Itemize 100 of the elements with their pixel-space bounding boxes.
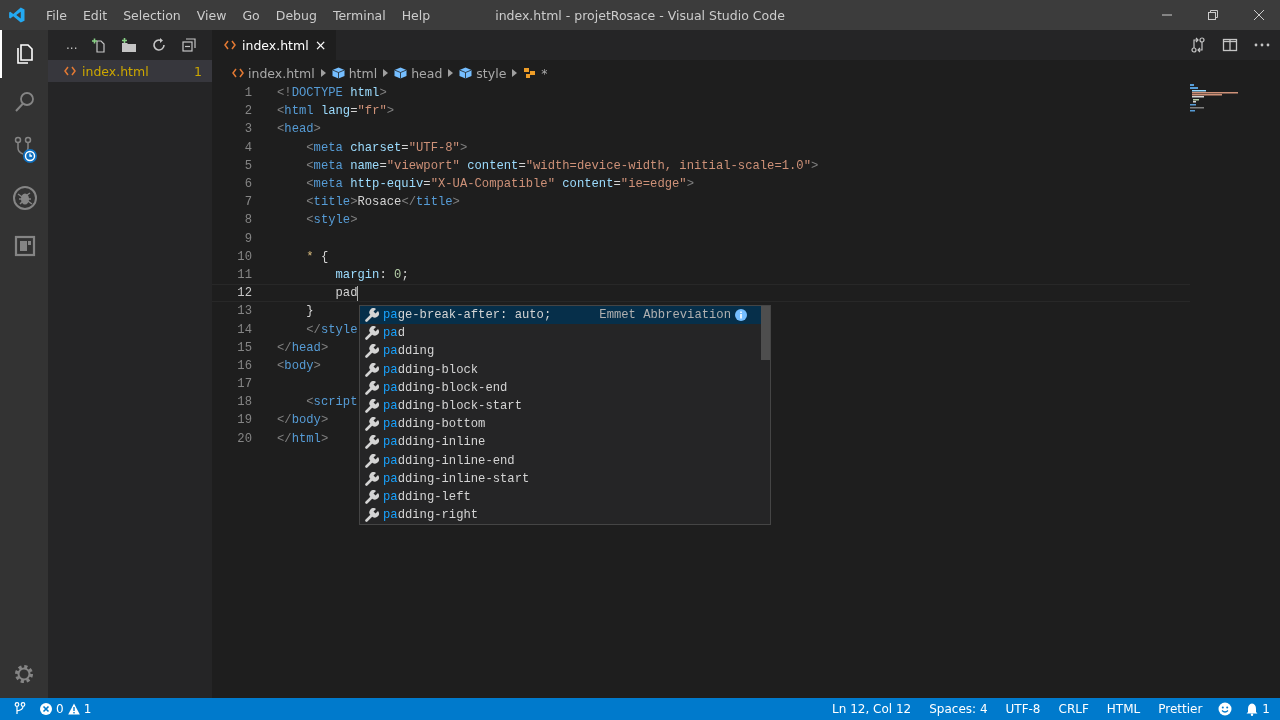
line-number: 3 [243,122,252,137]
line-number: 10 [236,249,252,264]
line-number: 20 [236,431,252,446]
line-number: 13 [236,304,252,319]
line-number: 7 [243,195,252,210]
suggestion-item[interactable]: padding-block-start [360,396,761,416]
refresh-icon[interactable] [151,37,168,53]
line-number: 6 [243,177,252,192]
breadcrumb-item[interactable]: head [394,65,443,81]
smiley-icon[interactable] [1218,702,1233,716]
more-actions-button[interactable]: ... [66,38,78,52]
menu-item[interactable]: View [188,7,235,23]
status-item[interactable]: Prettier [1156,702,1205,716]
text-cursor [357,285,359,301]
line-number: 16 [236,358,252,373]
warning-icon [67,703,80,715]
line-number: 19 [236,413,252,428]
line-number: 18 [236,395,252,410]
scrollbar-thumb[interactable] [761,306,770,360]
branch-icon[interactable] [14,702,26,716]
suggestion-item[interactable]: padding-inline-end [360,451,761,470]
chevron-icon [320,69,326,77]
html-file-icon [232,68,244,78]
suggestion-item[interactable]: padding-inline [360,433,761,452]
line-number: 12 [236,286,252,301]
info-icon[interactable] [735,309,747,322]
menu-item[interactable]: Debug [267,7,325,23]
html-file-icon [64,66,76,76]
app-logo-icon [8,6,26,24]
new-file-icon[interactable] [91,37,108,53]
menu-item[interactable]: File [38,7,75,23]
wrench-icon [365,362,379,377]
close-tab-button[interactable]: × [314,37,327,53]
line-number: 4 [243,140,252,155]
wrench-icon [365,308,379,323]
suggestion-item[interactable]: padding-block-end [360,378,761,397]
suggestion-item[interactable]: pad [360,324,761,343]
breadcrumb-item[interactable]: index.html [232,65,315,81]
suggestion-item[interactable]: padding [360,342,761,361]
suggestion-item[interactable]: padding-bottom [360,415,761,434]
breadcrumb-item[interactable]: style [459,65,507,81]
notifications-button[interactable]: 1 [1246,702,1270,716]
wrench-icon [365,471,379,486]
menu-item[interactable]: Terminal [324,7,394,23]
chevron-icon [383,69,389,77]
wrench-icon [365,399,379,414]
status-item[interactable]: Ln 12, Col 12 [830,702,914,716]
suggestion-item[interactable]: padding-inline-start [360,469,761,488]
more-icon[interactable] [1254,43,1270,47]
blocks-icon [523,67,538,79]
code-line: <head> [277,122,321,137]
code-line: <meta charset="UTF-8"> [305,140,468,155]
editor-tab[interactable]: index.html × [212,30,337,60]
code-line: <meta name="viewport" content="width=device-width, initial-scale=1.0"> [305,158,819,173]
cube-icon [459,67,473,79]
restore-icon[interactable] [1208,10,1218,20]
menu-item[interactable]: Go [234,7,268,23]
wrench-icon [365,435,379,450]
new-folder-icon[interactable] [121,37,138,53]
debug-icon[interactable] [11,184,39,212]
code-line: <meta http-equiv="X-UA-Compatible" content="ie=edge"> [305,177,694,192]
status-item[interactable]: CRLF [1056,702,1091,716]
problems-button[interactable]: 0 1 [40,702,92,716]
status-item[interactable]: HTML [1104,702,1143,716]
source-control-icon[interactable] [12,136,38,164]
extensions-icon[interactable] [13,234,37,258]
html-file-icon [224,40,236,50]
status-item[interactable]: UTF-8 [1003,702,1043,716]
bell-icon [1246,702,1259,716]
status-item[interactable]: Spaces: 4 [927,702,990,716]
line-number: 2 [243,104,252,119]
breadcrumb-item[interactable]: * [523,65,548,81]
menu-item[interactable]: Edit [74,7,116,23]
menu-item[interactable]: Selection [115,7,189,23]
search-icon[interactable] [13,90,37,114]
cube-icon [394,67,408,79]
explorer-file[interactable]: index.html 1 [48,60,212,82]
breadcrumb-item[interactable]: html [331,65,378,81]
line-number: 15 [236,340,252,355]
menu-item[interactable]: Help [393,7,439,23]
collapse-all-icon[interactable] [181,37,198,53]
close-icon[interactable] [1254,10,1264,20]
code-line: <script [305,395,358,410]
code-line: margin: 0; [334,267,409,282]
line-number: 5 [243,158,252,173]
compare-icon[interactable] [1190,37,1206,53]
wrench-icon [365,417,379,432]
suggestion-item[interactable]: padding-block [360,360,761,379]
code-line: } [305,304,314,319]
code-line: </head> [277,340,329,355]
settings-icon[interactable] [12,662,36,686]
line-number: 9 [243,231,252,246]
split-editor-icon[interactable] [1222,37,1238,53]
wrench-icon [365,326,379,341]
wrench-icon [365,344,379,359]
suggestion-item[interactable]: padding-left [360,487,761,507]
code-line: </style [305,322,358,337]
suggestion-item[interactable]: page-break-after: auto; Emmet Abbreviation [360,306,761,325]
suggestion-item[interactable]: padding-right [360,506,761,525]
line-number: 8 [243,213,252,228]
